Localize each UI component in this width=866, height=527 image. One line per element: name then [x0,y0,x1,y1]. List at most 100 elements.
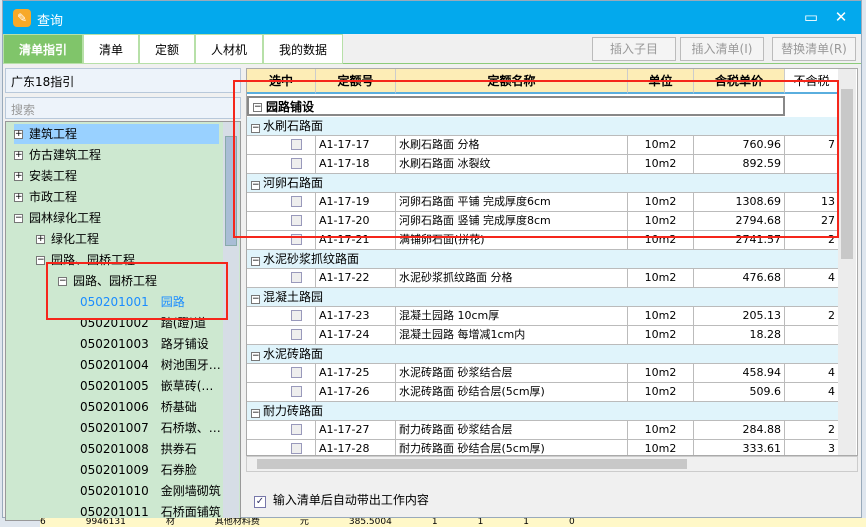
tab-resources[interactable]: 人材机 [195,34,263,64]
bg-cell: 6 [40,518,46,527]
tree-node[interactable]: + 安装工程 [14,166,77,186]
tab-list-guide[interactable]: 清单指引 [3,34,83,64]
cell-p2: 4 [785,269,839,288]
tree-leaf[interactable]: 050201008 拱券石 [80,439,197,459]
cell-unit: 10m2 [628,269,694,288]
table-row[interactable]: A1-17-28 耐力砖路面 砂结合层(5cm厚) 10m2 333.61 3 [247,440,839,455]
row-checkbox[interactable] [291,424,302,435]
tree-node[interactable]: + 建筑工程 [14,124,219,144]
tab-quota[interactable]: 定额 [139,34,195,64]
subgroup-row[interactable]: − 水泥砂浆抓纹路面 [247,250,839,269]
table-row[interactable]: A1-17-22 水泥砂浆抓纹路面 分格 10m2 476.68 4 [247,269,839,288]
collapse-icon[interactable]: − [251,295,260,304]
row-checkbox[interactable] [291,443,302,454]
select-cell[interactable] [247,383,316,402]
leaf-code: 050201007 [80,421,149,435]
row-checkbox[interactable] [291,329,302,340]
collapse-icon[interactable]: − [36,256,45,265]
tree-node[interactable]: + 市政工程 [14,187,77,207]
subgroup-row[interactable]: − 混凝土路园 [247,288,839,307]
row-checkbox[interactable] [291,367,302,378]
insert-list-button[interactable]: 插入清单(I) [680,37,764,61]
insert-subitem-button[interactable]: 插入子目 [592,37,676,61]
cell-price: 476.68 [694,269,785,288]
expand-icon[interactable]: + [14,130,23,139]
tree-node[interactable]: + 绿化工程 [36,229,99,249]
cell-code: A1-17-24 [316,326,396,345]
expand-icon[interactable]: + [14,193,23,202]
background-sheet-row: 6 9946131 材 其他材料费 元 385.5004 1 1 1 0 [40,518,866,527]
expand-icon[interactable]: + [14,151,23,160]
expand-icon[interactable]: + [14,172,23,181]
collapse-icon[interactable]: − [251,257,260,266]
checkbox-checked-icon[interactable]: ✓ [254,496,266,508]
cell-unit: 10m2 [628,364,694,383]
leaf-code: 050201009 [80,463,149,477]
leaf-code: 050201011 [80,505,149,519]
tree-leaf[interactable]: 050201003 路牙铺设 [80,334,209,354]
select-cell[interactable] [247,364,316,383]
maximize-button[interactable]: ▭ [799,7,823,27]
tree-leaf[interactable]: 050201007 石桥墩、… [80,418,221,438]
tree-leaf[interactable]: 050201010 金刚墙砌筑 [80,481,221,501]
cell-unit: 10m2 [628,440,694,455]
tree-node-label: 市政工程 [29,190,78,204]
select-cell[interactable] [247,440,316,455]
tree-leaf[interactable]: 050201004 树池围牙… [80,355,221,375]
bg-cell: 1 [477,518,484,527]
leaf-code: 050201003 [80,337,149,351]
tab-my-data[interactable]: 我的数据 [263,34,343,64]
replace-list-button[interactable]: 替换清单(R) [772,37,856,61]
highlight-box-tree [46,262,228,320]
cell-code: A1-17-25 [316,364,396,383]
select-cell[interactable] [247,326,316,345]
tab-list[interactable]: 清单 [83,34,139,64]
bg-cell: 1 [431,518,438,527]
highlight-box-grid [233,80,839,238]
tree-leaf[interactable]: 050201009 石券脸 [80,460,197,480]
table-row[interactable]: A1-17-23 混凝土园路 10cm厚 10m2 205.13 2 [247,307,839,326]
cell-price: 458.94 [694,364,785,383]
bg-cell: 9946131 [85,518,126,527]
cell-price: 509.6 [694,383,785,402]
bg-cell: 其他材料费 [214,518,260,527]
collapse-icon[interactable]: − [251,409,260,418]
cell-price: 18.28 [694,326,785,345]
cell-p2: 2 [785,421,839,440]
subgroup-row[interactable]: − 耐力砖路面 [247,402,839,421]
search-input[interactable]: 搜索 [5,97,241,119]
leaf-name: 石券脸 [160,463,197,477]
tree-node-label: 园林绿化工程 [29,211,102,225]
cell-unit: 10m2 [628,421,694,440]
select-cell[interactable] [247,269,316,288]
row-checkbox[interactable] [291,386,302,397]
table-row[interactable]: A1-17-26 水泥砖路面 砂结合层(5cm厚) 10m2 509.6 4 [247,383,839,402]
row-checkbox[interactable] [291,272,302,283]
cell-p2: 4 [785,364,839,383]
tree-node[interactable]: − 园林绿化工程 [14,208,101,228]
select-cell[interactable] [247,421,316,440]
expand-icon[interactable]: + [36,235,45,244]
subgroup-row[interactable]: − 水泥砖路面 [247,345,839,364]
cell-code: A1-17-27 [316,421,396,440]
table-row[interactable]: A1-17-24 混凝土园路 每增减1cm内 10m2 18.28 [247,326,839,345]
grid-vertical-scrollbar[interactable] [838,69,856,455]
row-checkbox[interactable] [291,310,302,321]
collapse-icon[interactable]: − [251,352,260,361]
table-row[interactable]: A1-17-25 水泥砖路面 砂浆结合层 10m2 458.94 4 [247,364,839,383]
guide-dropdown-value: 广东18指引 [11,75,75,89]
collapse-icon[interactable]: − [14,214,23,223]
tree-leaf[interactable]: 050201006 桥基础 [80,397,197,417]
grid-horizontal-scrollbar[interactable] [246,456,858,472]
tree-leaf[interactable]: 050201005 嵌草砖(… [80,376,213,396]
close-button[interactable]: ✕ [829,7,853,27]
table-row[interactable]: A1-17-27 耐力砖路面 砂浆结合层 10m2 284.88 2 [247,421,839,440]
tree-node[interactable]: + 仿古建筑工程 [14,145,101,165]
select-cell[interactable] [247,307,316,326]
dialog-title: 查询 [37,14,64,29]
cell-name: 耐力砖路面 砂结合层(5cm厚) [396,440,628,455]
cell-price: 284.88 [694,421,785,440]
leaf-name: 路牙铺设 [160,337,209,351]
auto-work-content-option[interactable]: ✓ 输入清单后自动带出工作内容 [254,491,429,508]
guide-dropdown[interactable]: 广东18指引 [5,68,241,93]
